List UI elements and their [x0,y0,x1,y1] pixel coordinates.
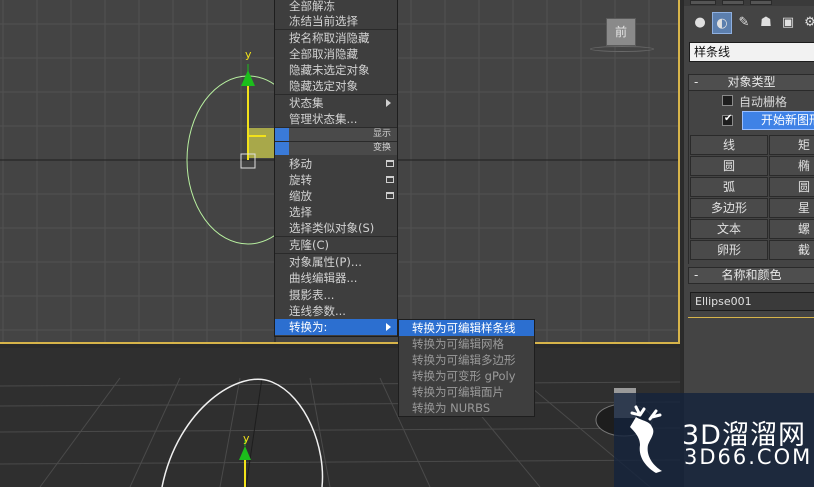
arc-button[interactable]: 弧 [690,177,768,197]
quad-header-title: 显示 [372,129,391,139]
menu-item-label: 移动 [289,157,312,171]
panel-tab[interactable] [690,0,716,5]
menu-item-unhide-all[interactable]: 全部取消隐藏 [275,46,397,62]
circle-button[interactable]: 圆 [690,156,768,176]
menu-item-label: 旋转 [289,173,312,187]
quad-header-bar [275,128,289,141]
autogrid-checkbox[interactable] [722,95,733,106]
star-button[interactable]: 星形 [769,198,814,218]
menu-item-label: 转换为: [289,320,328,334]
helpers-icon[interactable]: ▣ [778,12,798,34]
rectangle-button[interactable]: 矩形 [769,135,814,155]
settings-box-icon[interactable] [386,160,394,167]
autogrid-label: 自动栅格 [739,95,788,109]
line-button[interactable]: 线 [690,135,768,155]
quad-menu: 全部解冻 冻结当前选择 按名称取消隐藏 全部取消隐藏 隐藏未选定对象 隐藏选定对… [274,0,398,337]
menu-item-wire-parameters[interactable]: 连线参数... [275,303,397,319]
rollout-header-name-color[interactable]: - 名称和颜色 [688,267,814,284]
rollout-header-object-type[interactable]: - 对象类型 [688,74,814,91]
cameras-icon[interactable]: ☗ [756,12,776,34]
menu-item-rotate[interactable]: 旋转 [275,172,397,188]
menu-item-freeze-selection[interactable]: 冻结当前选择 [275,13,397,29]
lights-icon[interactable]: ✎ [734,12,754,34]
watermark-url: 3D66.COM [684,445,813,469]
ellipse-button[interactable]: 椭圆 [769,156,814,176]
menu-item-convert-gpoly[interactable]: 转换为可变形 gPoly [399,368,534,384]
quad-header-bar [275,142,289,155]
convert-to-submenu: 转换为可编辑样条线 转换为可编辑网格 转换为可编辑多边形 转换为可变形 gPol… [398,319,535,417]
menu-item-dope-sheet[interactable]: 摄影表... [275,287,397,303]
donut-button[interactable]: 圆环 [769,177,814,197]
watermark: 3D溜溜网 3D66.COM [614,393,814,487]
shapes-icon[interactable]: ◐ [712,12,732,34]
collapse-icon: - [694,75,699,89]
menu-item-hide-selection[interactable]: 隐藏选定对象 [275,78,397,94]
ngon-button[interactable]: 多边形 [690,198,768,218]
submenu-arrow-icon [386,323,391,331]
menu-item-object-properties[interactable]: 对象属性(P)... [275,254,397,270]
shape-category-dropdown[interactable]: 样条线 [689,42,814,62]
rollout-title: 名称和颜色 [721,268,782,282]
menu-item-select[interactable]: 选择 [275,204,397,220]
menu-item-convert-editable-spline[interactable]: 转换为可编辑样条线 [399,320,534,336]
menu-item-curve-editor[interactable]: 曲线编辑器... [275,270,397,286]
menu-item-label: 状态集 [289,96,324,110]
axis-y-label: y [245,48,252,61]
settings-box-icon[interactable] [386,176,394,183]
object-type-body: 自动栅格 ✔ 开始新图形 线 矩形 圆 椭圆 弧 圆环 多边形 星形 文本 螺旋… [688,91,814,264]
checkmark-icon: ✔ [724,113,733,124]
section-button[interactable]: 截面 [769,240,814,260]
quad-header-display: 显示 [275,127,397,141]
menu-item-unfreeze-all[interactable]: 全部解冻 [275,0,397,14]
menu-item-convert-editable-patch[interactable]: 转换为可编辑面片 [399,384,534,400]
viewport-perspective[interactable]: y [0,348,680,487]
quad-header-title: 变换 [372,143,391,153]
systems-icon[interactable]: ⚙ [800,12,814,34]
menu-item-scale[interactable]: 缩放 [275,188,397,204]
panel-tab[interactable] [722,0,744,5]
menu-item-manage-state-sets[interactable]: 管理状态集... [275,111,397,127]
menu-item-label: 缩放 [289,189,312,203]
quad-header-transform: 变换 [275,141,397,155]
panel-divider [688,317,814,318]
start-new-shape-button[interactable]: 开始新图形 [742,111,814,130]
panel-tab[interactable] [750,0,772,5]
rollout-title: 对象类型 [727,75,776,89]
settings-box-icon[interactable] [386,192,394,199]
object-type-rollout: - 对象类型 自动栅格 ✔ 开始新图形 线 矩形 圆 椭圆 弧 圆环 多边形 星… [688,74,814,264]
view-cube-ring[interactable] [590,46,654,52]
menu-item-convert-nurbs[interactable]: 转换为 NURBS [399,400,534,416]
menu-item-convert-editable-mesh[interactable]: 转换为可编辑网格 [399,336,534,352]
category-icon-row: ● ◐ ✎ ☗ ▣ ⚙ [688,12,814,34]
deer-logo-icon [630,405,662,473]
egg-button[interactable]: 卵形 [690,240,768,260]
collapse-icon: - [694,268,699,282]
menu-item-select-similar[interactable]: 选择类似对象(S) [275,220,397,236]
menu-item-move[interactable]: 移动 [275,156,397,172]
menu-item-clone[interactable]: 克隆(C) [275,237,397,253]
menu-item-unhide-by-name[interactable]: 按名称取消隐藏 [275,30,397,46]
object-name-field[interactable]: Ellipse001 [690,292,814,311]
menu-item-convert-to[interactable]: 转换为: [275,319,397,335]
perspective-grid [0,377,680,487]
text-button[interactable]: 文本 [690,219,768,239]
menu-item-hide-unselected[interactable]: 隐藏未选定对象 [275,62,397,78]
axis-y-label-persp: y [243,432,250,445]
panel-tab-strip [684,0,814,6]
view-cube[interactable]: 前 [606,18,636,46]
submenu-arrow-icon [386,99,391,107]
geometry-icon[interactable]: ● [690,12,710,34]
start-new-shape-checkbox[interactable]: ✔ [722,113,733,126]
menu-item-state-sets[interactable]: 状态集 [275,95,397,111]
helix-button[interactable]: 螺旋线 [769,219,814,239]
menu-item-convert-editable-poly[interactable]: 转换为可编辑多边形 [399,352,534,368]
